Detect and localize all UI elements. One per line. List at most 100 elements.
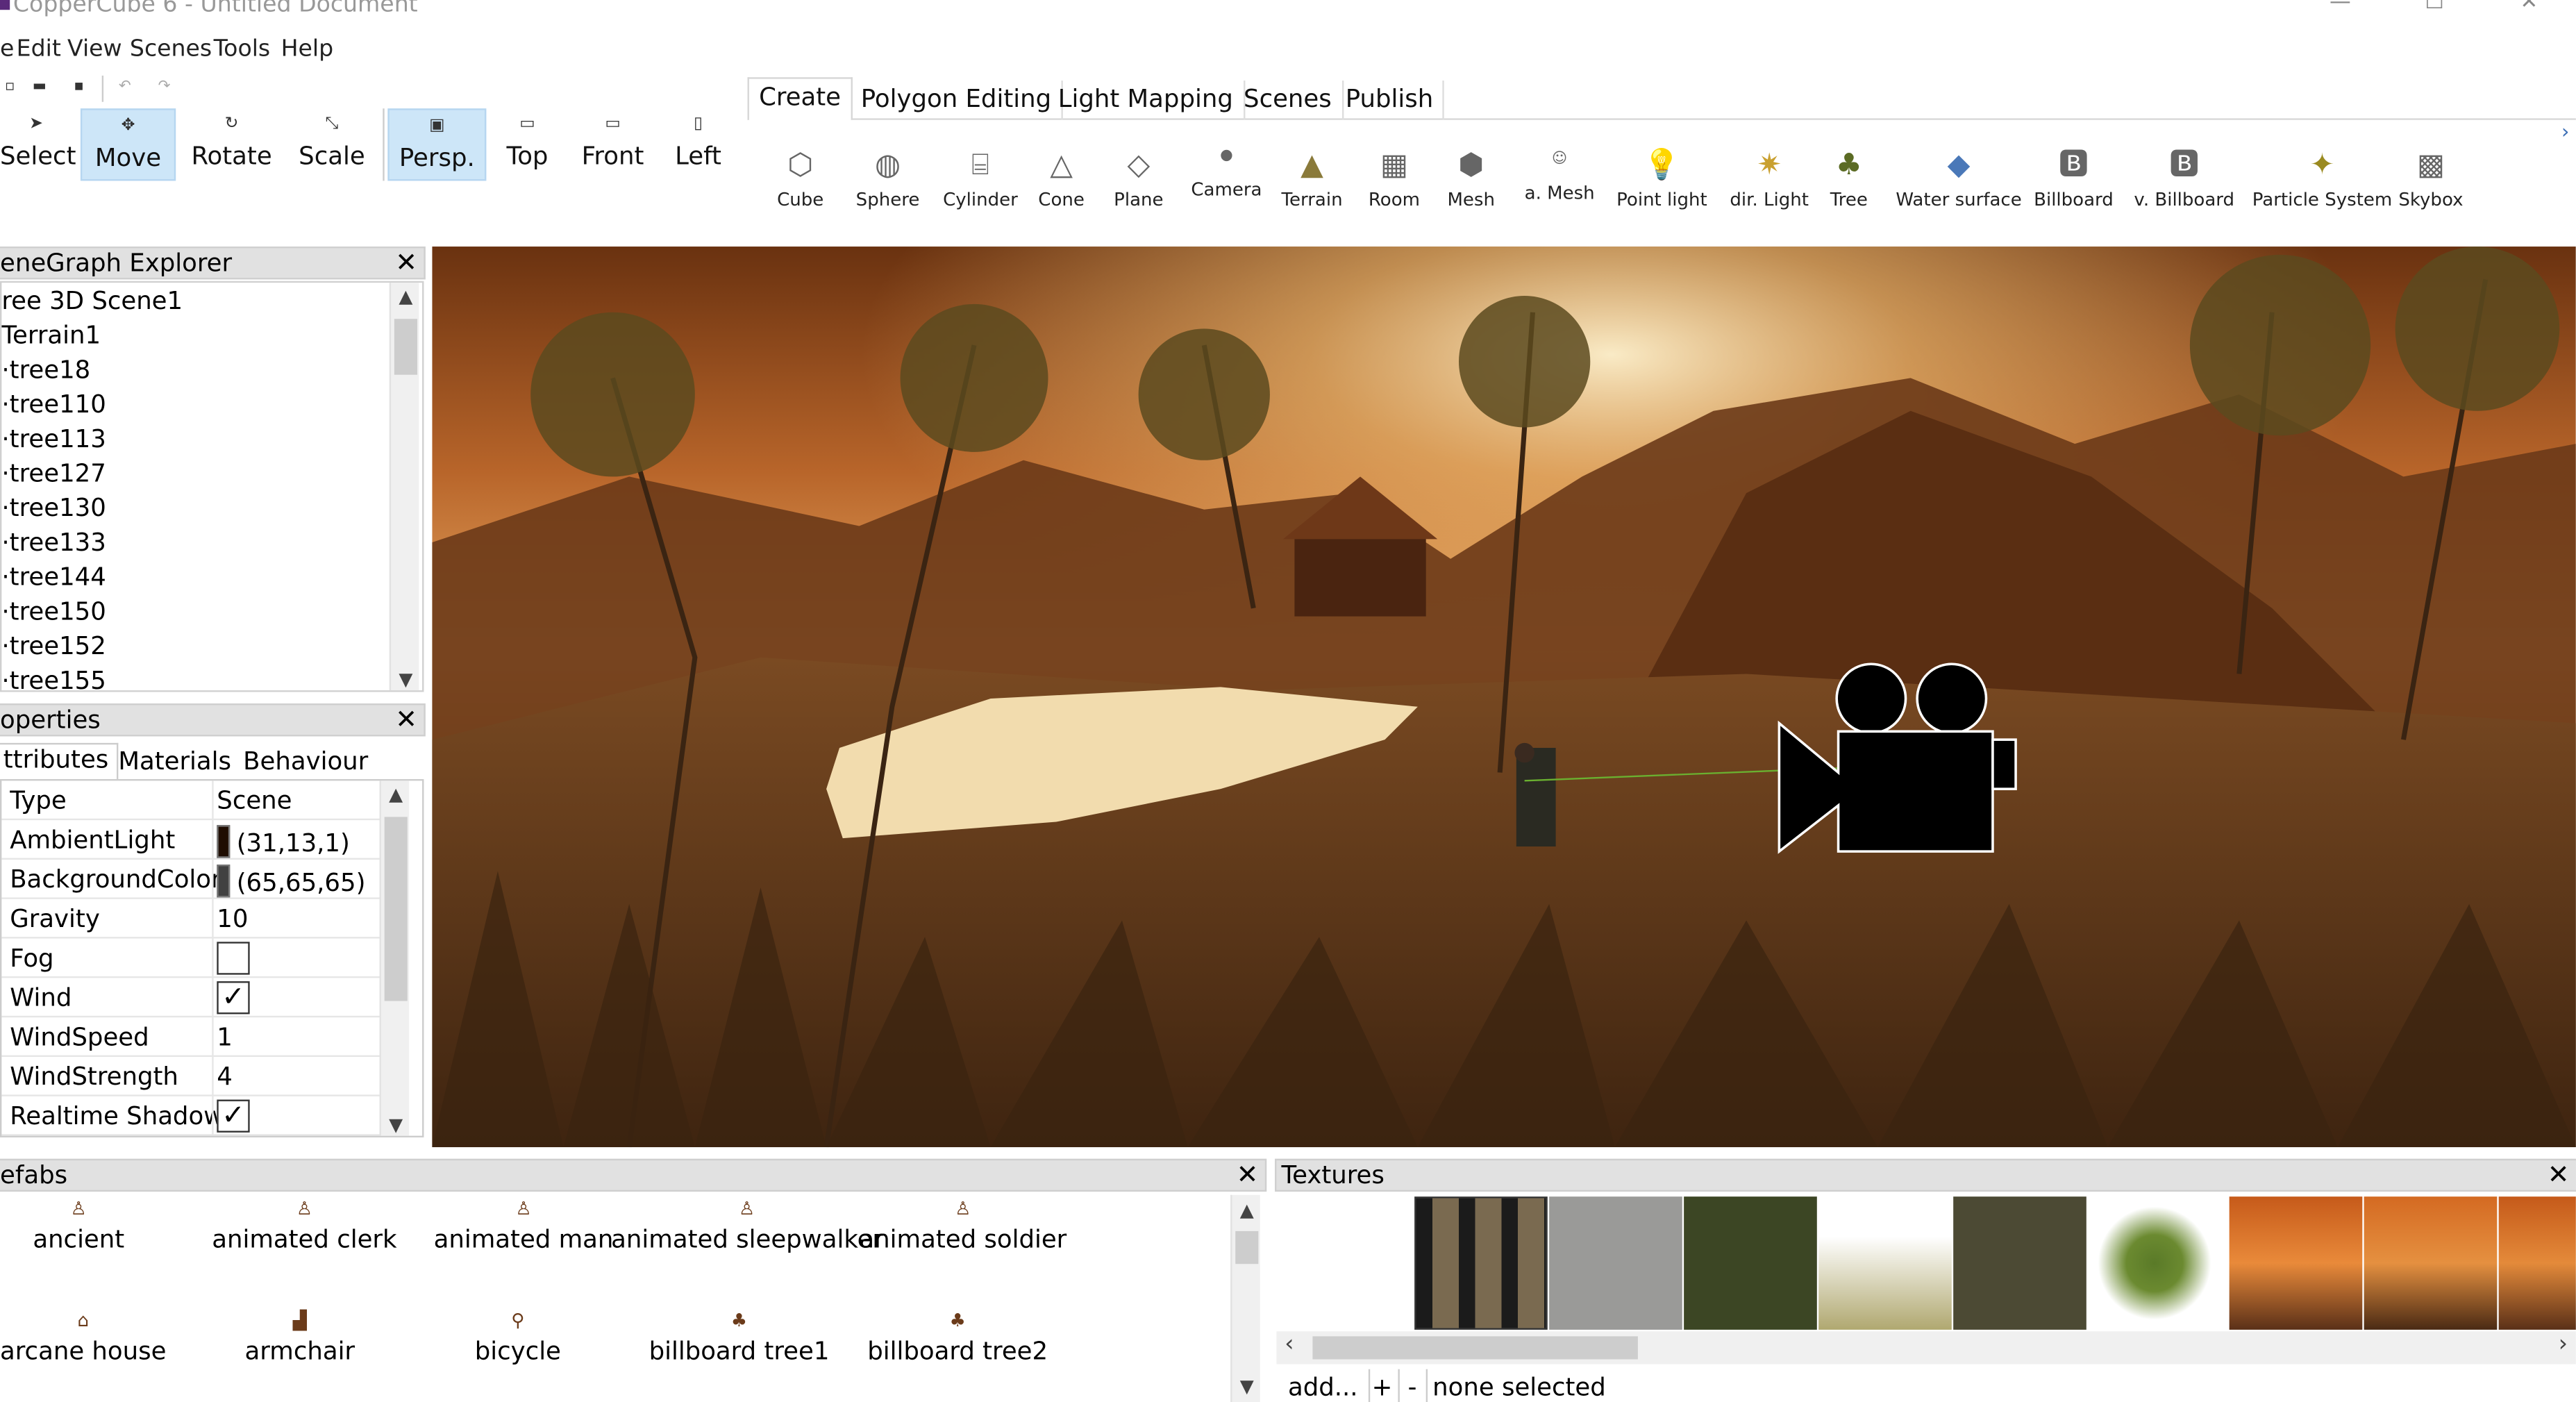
tree-item-terrain[interactable]: Terrain1 [1,321,101,351]
move-tool-button[interactable]: ✥ Move [80,108,176,181]
texture-thumbnail[interactable] [2088,1196,2221,1330]
close-icon[interactable]: ✕ [1237,1160,1259,1190]
menu-scenes[interactable]: Scenes [130,36,212,62]
close-icon[interactable]: ✕ [395,704,417,735]
front-view-button[interactable]: ▭ Front [574,108,653,181]
perspective-view-button[interactable]: ▣ Persp. [387,108,487,181]
prefab-item[interactable]: ♙ animated sleepwalker [611,1195,883,1254]
tab-scenes[interactable]: Scenes [1234,80,1344,120]
texture-thumbnail[interactable] [1818,1196,1952,1330]
left-view-button[interactable]: ▯ Left [665,108,731,181]
create-animated-mesh-button[interactable]: ☺ a. Mesh [1525,136,1595,204]
scenegraph-scrollbar[interactable]: ▲ ▼ [389,283,419,691]
save-icon[interactable]: ▪ [69,79,88,99]
wind-strength-field[interactable]: 4 [217,1062,233,1092]
ribbon-scroll-right-icon[interactable]: › [2561,120,2569,143]
close-window-icon[interactable]: ✕ [2520,0,2538,15]
ambient-light-color-field[interactable]: (31,13,1) [217,825,350,858]
realtime-shadows-checkbox[interactable]: ✓ [217,1099,250,1133]
open-file-icon[interactable]: ▬ [30,79,49,99]
tree-item[interactable]: ·tree144 [1,562,106,592]
properties-scrollbar[interactable]: ▲ ▼ [379,781,410,1136]
create-directional-light-button[interactable]: ✷ dir. Light [1730,143,1809,210]
create-tree-button[interactable]: ♣ Tree [1830,143,1868,210]
create-plane-button[interactable]: ◇ Plane [1114,143,1163,210]
create-sphere-button[interactable]: ◍ Sphere [856,143,920,210]
rotate-tool-button[interactable]: ↻ Rotate [184,108,279,181]
tab-polygon-editing[interactable]: Polygon Editing [851,80,1063,120]
prefabs-scrollbar[interactable]: ▲ ▼ [1230,1194,1260,1402]
tree-item-root-scene[interactable]: ree 3D Scene1 [1,286,183,316]
create-terrain-button[interactable]: ▲ Terrain [1281,143,1342,210]
texture-thumbnail[interactable] [1414,1196,1548,1330]
wind-speed-field[interactable]: 1 [217,1022,233,1052]
prefab-item[interactable]: ♣ billboard tree2 [867,1307,1048,1365]
prefab-item[interactable]: ♙ ancient [33,1195,124,1254]
create-camera-button[interactable]: ● Camera [1191,133,1262,201]
tree-item[interactable]: ·tree110 [1,390,106,419]
texture-thumbnail[interactable] [2498,1196,2576,1330]
create-v-billboard-button[interactable]: 🅱v. Billboard [2134,143,2234,210]
prefab-item[interactable]: ▟ armchair [245,1307,356,1365]
prefab-item[interactable]: ⌂ arcane house [0,1307,166,1365]
tab-create[interactable]: Create [747,77,853,122]
texture-thumbnail[interactable] [1953,1196,2086,1330]
background-color-field[interactable]: (65,65,65) [217,865,365,898]
tree-item[interactable]: ·tree152 [1,631,106,661]
create-cone-button[interactable]: △ Cone [1038,143,1085,210]
prefab-item[interactable]: ♙ animated soldier [859,1195,1067,1254]
maximize-icon[interactable]: ☐ [2425,0,2444,15]
tree-item[interactable]: ·tree155 [1,666,106,691]
fog-checkbox[interactable] [217,942,250,975]
tab-light-mapping[interactable]: Light Mapping [1048,80,1245,120]
texture-thumbnail[interactable] [1549,1196,1682,1330]
prefab-item[interactable]: ♙ animated clerk [212,1195,396,1254]
menu-edit[interactable]: Edit [17,36,61,62]
tree-item[interactable]: ·tree130 [1,493,106,523]
scale-tool-button[interactable]: ⤡ Scale [286,108,378,181]
create-water-surface-button[interactable]: ◆ Water surface [1896,143,2021,210]
texture-thumbnail[interactable] [1684,1196,1817,1330]
prefab-item[interactable]: ⚲ bicycle [475,1307,561,1365]
create-skybox-button[interactable]: ▩ Skybox [2398,143,2463,210]
textures-horizontal-scrollbar[interactable]: ‹ › [1276,1331,2576,1365]
tree-item[interactable]: ·tree150 [1,596,106,626]
new-file-icon[interactable]: ▫ [0,79,19,99]
redo-icon[interactable]: ↷ [154,79,174,99]
create-point-light-button[interactable]: 💡 Point light [1616,143,1707,210]
prefab-item[interactable]: ♙ animated man [434,1195,614,1254]
wind-checkbox[interactable]: ✓ [217,981,250,1015]
create-room-button[interactable]: ▦ Room [1369,143,1420,210]
tree-item[interactable]: ·tree113 [1,424,106,454]
create-cube-button[interactable]: ⬡ Cube [777,143,823,210]
texture-thumbnail[interactable] [2229,1196,2363,1330]
minus-button[interactable]: - [1408,1372,1417,1402]
tree-item[interactable]: ·tree18 [1,355,90,385]
add-texture-button[interactable]: add... [1288,1372,1358,1402]
close-icon[interactable]: ✕ [395,247,417,278]
3d-viewport[interactable] [432,247,2576,1148]
close-icon[interactable]: ✕ [2548,1160,2570,1190]
menu-view[interactable]: View [67,36,122,62]
menu-tools[interactable]: Tools [214,36,271,62]
plus-button[interactable]: + [1372,1372,1393,1402]
texture-thumbnail[interactable] [2364,1196,2498,1330]
tab-publish[interactable]: Publish [1336,80,1445,120]
menu-help[interactable]: Help [281,36,334,62]
create-mesh-button[interactable]: ⬢ Mesh [1447,143,1495,210]
select-tool-button[interactable]: ➤ Select [0,108,76,181]
create-billboard-button[interactable]: 🅱 Billboard [2034,143,2114,210]
tab-behaviour[interactable]: Behaviour [235,746,376,776]
tab-attributes[interactable]: ttributes [0,742,119,779]
tree-item[interactable]: ·tree127 [1,458,106,488]
gravity-field[interactable]: 10 [217,904,248,934]
tab-materials[interactable]: Materials [110,746,240,776]
create-cylinder-button[interactable]: ⌸ Cylinder [943,143,1018,210]
prefab-item[interactable]: ♣ billboard tree1 [649,1307,830,1365]
undo-icon[interactable]: ↶ [115,79,135,99]
menu-file[interactable]: e [0,36,14,62]
tree-item[interactable]: ·tree133 [1,528,106,558]
create-particle-system-button[interactable]: ✦ Particle System [2252,143,2393,210]
top-view-button[interactable]: ▭ Top [493,108,562,181]
minimize-icon[interactable]: — [2330,0,2351,15]
